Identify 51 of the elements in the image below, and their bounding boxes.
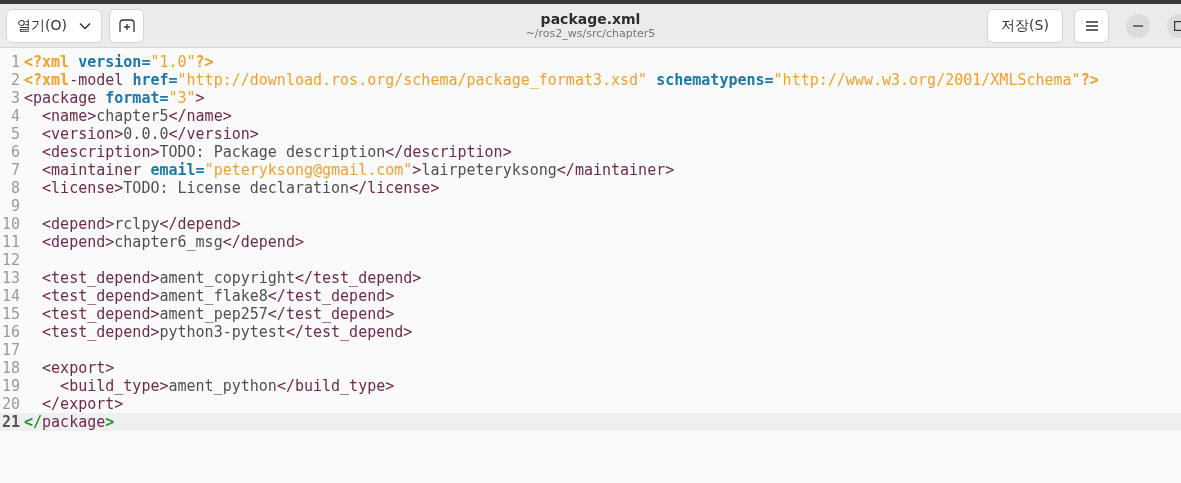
code-line: <name>chapter5</name>	[41, 107, 232, 125]
minimize-button[interactable]	[1126, 13, 1150, 38]
code-line: <?xml version="1.0"?>	[24, 53, 214, 71]
open-button[interactable]: 열기(O)	[6, 8, 102, 43]
code-line: <description>TODO: Package description</description>	[41, 143, 512, 161]
code-line: <test_depend>python3-pytest</test_depend>	[41, 323, 413, 341]
line-number: 20	[0, 395, 21, 413]
code-line: <depend>rclpy</depend>	[41, 215, 241, 233]
code-line: <maintainer email="peteryksong@gmail.com">lairpeteryksong</maintainer>	[41, 161, 675, 179]
menu-icon	[1085, 20, 1098, 31]
line-number: 15	[0, 305, 21, 323]
code-line: <depend>chapter6_msg</depend>	[41, 233, 304, 251]
save-button[interactable]: 저장(S)	[987, 8, 1063, 43]
code-line: <?xml-model href="http://download.ros.org/schema/package_format3.xsd" schematypens="http://www.w3.org/2001/XMLSchema"?>	[24, 71, 1099, 89]
new-tab-icon	[118, 18, 135, 33]
line-number: 21	[0, 413, 21, 431]
line-number: 1	[9, 53, 21, 71]
line-number: 9	[9, 197, 21, 215]
line-number: 13	[0, 269, 21, 287]
line-number: 17	[0, 341, 21, 359]
line-number: 18	[0, 359, 21, 377]
code-line: <license>TODO: License declaration</license>	[41, 179, 440, 197]
window-title: package.xml	[540, 11, 641, 27]
line-number: 10	[0, 215, 21, 233]
code-line: </package>	[24, 413, 115, 431]
line-number: 5	[9, 125, 21, 143]
code-line: <version>0.0.0</version>	[41, 125, 259, 143]
line-number: 11	[0, 233, 21, 251]
code-line: <test_depend>ament_flake8</test_depend>	[41, 287, 395, 305]
code-line: <test_depend>ament_pep257</test_depend>	[41, 305, 395, 323]
line-number: 16	[0, 323, 21, 341]
line-number: 2	[9, 71, 21, 89]
new-tab-button[interactable]	[109, 8, 144, 43]
line-number: 7	[9, 161, 21, 179]
line-number: 3	[9, 89, 21, 107]
code-line: <test_depend>ament_copyright</test_depend>	[41, 269, 422, 287]
maximize-icon	[1174, 20, 1181, 31]
code-line: <build_type>ament_python</build_type>	[59, 377, 395, 395]
line-number: 4	[9, 107, 21, 125]
line-number: 14	[0, 287, 21, 305]
line-number: 19	[0, 377, 21, 395]
line-number: 8	[9, 179, 21, 197]
menu-button[interactable]	[1074, 8, 1109, 43]
line-number: 12	[0, 251, 21, 269]
file-path: ~/ros2_ws/src/chapter5	[525, 27, 656, 40]
code-line: <export>	[41, 359, 115, 377]
line-number: 6	[9, 143, 21, 161]
code-line: <package format="3">	[24, 89, 205, 107]
minimize-icon	[1133, 24, 1143, 27]
code-line: </export>	[41, 395, 124, 413]
chevron-down-icon	[78, 21, 91, 30]
